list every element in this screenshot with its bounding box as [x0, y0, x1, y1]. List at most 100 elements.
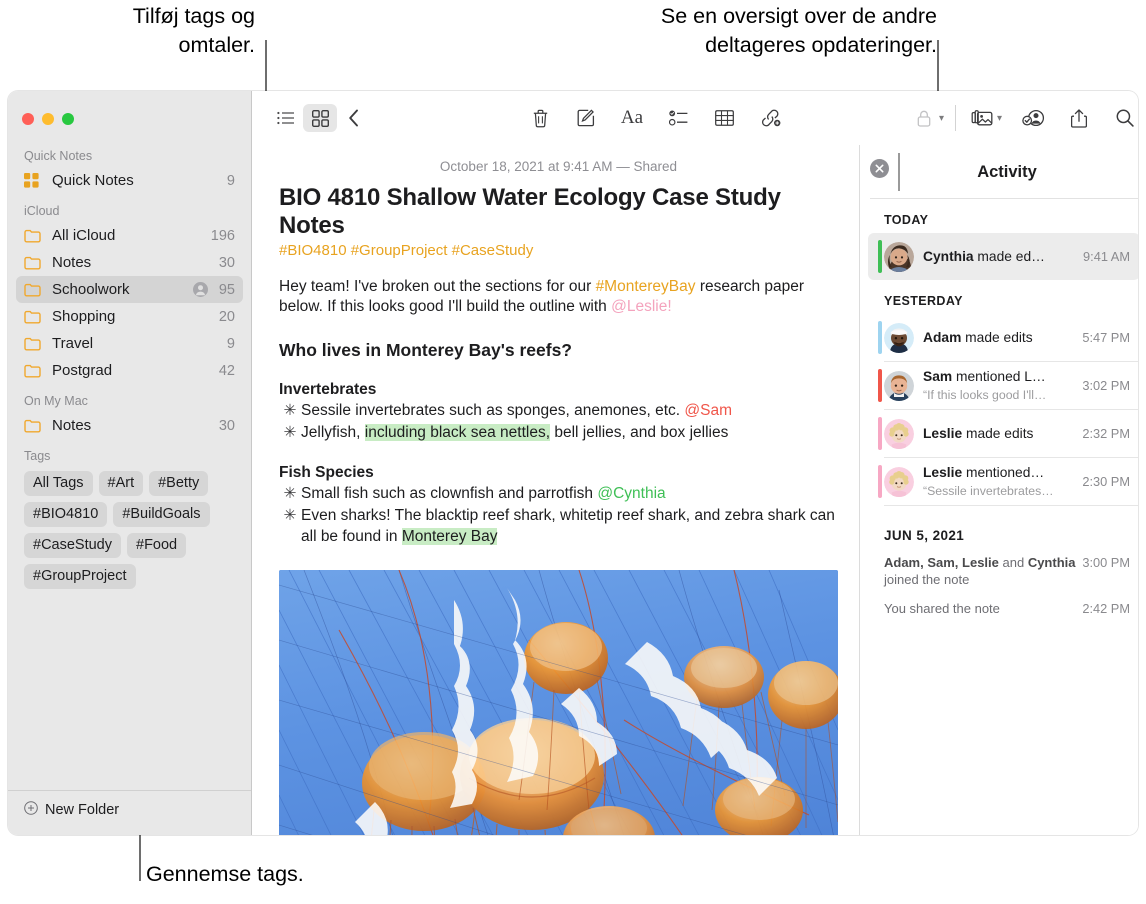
link-icon[interactable]	[753, 104, 787, 132]
sidebar-item-count: 95	[218, 281, 235, 298]
list-item: ✳ Sessile invertebrates such as sponges,…	[279, 401, 838, 422]
activity-panel: Activity TODAY Cynthia made ed… 9:41 AM …	[860, 145, 1138, 835]
activity-entry-adam[interactable]: Adam made edits 5:47 PM	[868, 314, 1138, 361]
media-icon[interactable]	[965, 104, 999, 132]
sidebar-item-count: 196	[210, 227, 235, 244]
note-heading: Who lives in Monterey Bay's reefs?	[279, 339, 572, 360]
intro-mention-leslie[interactable]: @Leslie!	[611, 298, 672, 315]
tag-chip-bio4810[interactable]: #BIO4810	[24, 502, 108, 527]
lock-icon[interactable]	[907, 104, 941, 132]
back-chevron-icon[interactable]	[337, 104, 371, 132]
trash-icon[interactable]	[523, 104, 557, 132]
sidebar-item-schoolwork[interactable]: Schoolwork 95	[16, 276, 243, 303]
sidebar-item-shopping[interactable]: Shopping 20	[16, 303, 243, 330]
bullet-marker-icon: ✳	[283, 401, 297, 419]
notes-window: Quick Notes Quick Notes 9 iCloud All iCl…	[8, 91, 1138, 835]
tag-chip-buildgoals[interactable]: #BuildGoals	[113, 502, 210, 527]
format-aa-icon[interactable]: Aa	[615, 104, 649, 132]
window-controls	[22, 113, 74, 125]
zoom-window-button[interactable]	[62, 113, 74, 125]
sidebar-item-label: Quick Notes	[52, 172, 134, 189]
search-icon[interactable]	[1108, 104, 1138, 132]
format-aa-label: Aa	[620, 107, 644, 128]
checklist-icon[interactable]	[661, 104, 695, 132]
table-icon[interactable]	[707, 104, 741, 132]
activity-entry-text: Leslie made edits	[923, 425, 1076, 443]
tag-chip-groupproject[interactable]: #GroupProject	[24, 564, 136, 589]
activity-entry-joined: Adam, Sam, Leslie and Cynthia joined the…	[860, 549, 1138, 595]
shared-person-icon	[192, 282, 208, 297]
sidebar-item-travel[interactable]: Travel 9	[16, 330, 243, 357]
mention-sam[interactable]: @Sam	[684, 402, 732, 419]
activity-accent-bar	[878, 465, 882, 498]
sidebar-item-postgrad[interactable]: Postgrad 42	[16, 357, 243, 384]
bullet-pre: Small fish such as clownfish and parrotf…	[301, 484, 598, 502]
sidebar-item-quick-notes[interactable]: Quick Notes 9	[16, 167, 243, 194]
note-pane[interactable]: October 18, 2021 at 9:41 AM — Shared BIO…	[251, 145, 860, 835]
bullet-post: bell jellies, and box jellies	[550, 423, 729, 441]
avatar	[884, 418, 914, 449]
activity-time: 3:00 PM	[1082, 555, 1130, 570]
mention-cynthia[interactable]: @Cynthia	[597, 485, 665, 502]
activity-entry-sam[interactable]: Sam mentioned L… “If this looks good I'l…	[868, 362, 1138, 409]
note-subheading-invertebrates: Invertebrates	[279, 380, 377, 398]
activity-entry-line: Adam made edits	[923, 330, 1033, 345]
compose-icon[interactable]	[569, 104, 603, 132]
activity-entry-line: Cynthia made ed…	[923, 249, 1045, 264]
folder-icon	[24, 363, 43, 379]
tag-list: All Tags #Art #Betty #BIO4810 #BuildGoal…	[8, 467, 251, 589]
activity-entry-text: Sam mentioned L… “If this looks good I'l…	[923, 368, 1076, 404]
activity-entry-cynthia[interactable]: Cynthia made ed… 9:41 AM	[868, 233, 1138, 280]
activity-entry-shared: You shared the note 2:42 PM	[860, 595, 1138, 624]
activity-entry-leslie-edits[interactable]: Leslie made edits 2:32 PM	[868, 410, 1138, 457]
minimize-window-button[interactable]	[42, 113, 54, 125]
close-window-button[interactable]	[22, 113, 34, 125]
share-icon[interactable]	[1062, 104, 1096, 132]
activity-time: 9:41 AM	[1083, 249, 1130, 264]
bullet-pre: Even sharks! The blacktip reef shark, wh…	[301, 506, 835, 545]
avatar	[884, 370, 914, 401]
new-folder-button[interactable]: New Folder	[8, 801, 251, 835]
sidebar-item-notes-icloud[interactable]: Notes 30	[16, 249, 243, 276]
collaborate-icon[interactable]	[1016, 104, 1050, 132]
sidebar-item-count: 30	[218, 417, 235, 434]
activity-actor: Sam	[923, 368, 953, 384]
media-chevron-down-icon[interactable]: ▾	[997, 113, 1002, 124]
activity-group-label: TODAY	[884, 213, 929, 227]
tag-chip-all-tags[interactable]: All Tags	[24, 471, 93, 496]
tag-chip-art[interactable]: #Art	[98, 471, 144, 496]
note-image-jellyfish[interactable]	[279, 569, 838, 835]
activity-entry-quote: “If this looks good I'll…	[923, 387, 1047, 402]
sidebar-item-count: 9	[226, 335, 235, 352]
activity-action: mentioned…	[962, 464, 1045, 480]
close-icon[interactable]	[870, 159, 889, 178]
note-intro-paragraph: Hey team! I've broken out the sections f…	[279, 277, 838, 318]
avatar	[884, 322, 914, 353]
activity-entry-line: Leslie made edits	[923, 426, 1033, 441]
sidebar-section-label-tags: Tags	[24, 449, 51, 463]
list-view-icon[interactable]	[269, 104, 303, 132]
sidebar-item-all-icloud[interactable]: All iCloud 196	[16, 222, 243, 249]
folder-icon	[24, 418, 43, 434]
gallery-view-icon[interactable]	[303, 104, 337, 132]
sidebar-section-label: On My Mac	[24, 394, 88, 408]
activity-actor: Leslie	[923, 464, 963, 480]
lock-chevron-down-icon[interactable]: ▾	[939, 113, 944, 124]
activity-actor: Leslie	[923, 425, 963, 441]
callout-activity-overview: Se en oversigt over de andre deltageres …	[660, 4, 937, 57]
new-folder-label: New Folder	[45, 802, 120, 818]
activity-entry-leslie-mentioned[interactable]: Leslie mentioned… “Sessile invertebrates…	[868, 458, 1138, 505]
folder-icon	[24, 309, 43, 325]
note-tags[interactable]: #BIO4810 #GroupProject #CaseStudy	[279, 242, 838, 259]
tag-chip-casestudy[interactable]: #CaseStudy	[24, 533, 121, 558]
list-item-text: Sessile invertebrates such as sponges, a…	[301, 401, 838, 422]
document-area: October 18, 2021 at 9:41 AM — Shared BIO…	[251, 145, 1138, 835]
activity-time: 2:32 PM	[1082, 426, 1130, 441]
sidebar-divider	[8, 790, 251, 791]
activity-header: Activity	[860, 145, 1138, 199]
folder-icon	[24, 255, 43, 271]
tag-chip-betty[interactable]: #Betty	[149, 471, 209, 496]
tag-chip-food[interactable]: #Food	[127, 533, 187, 558]
intro-tag-montereybay[interactable]: #MontereyBay	[596, 278, 696, 295]
sidebar-item-notes-onmymac[interactable]: Notes 30	[16, 412, 243, 439]
